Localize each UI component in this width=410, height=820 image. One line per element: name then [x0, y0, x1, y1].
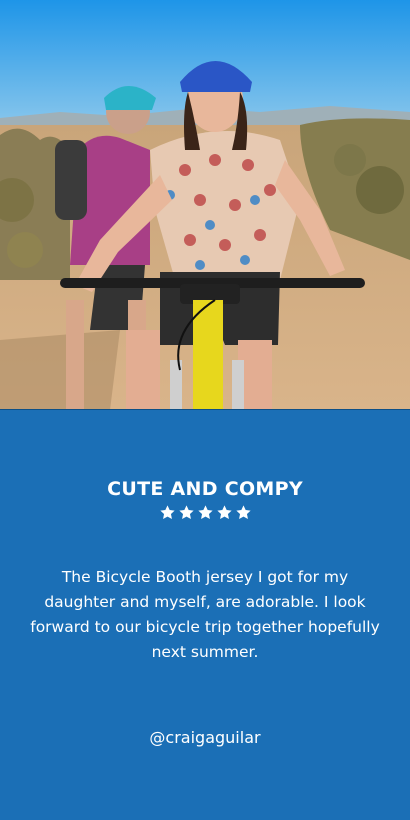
star-icon: [216, 505, 232, 519]
testimonial-photo: [0, 0, 410, 410]
testimonial-card: CUTE AND COMPY The Bicycle Booth jersey …: [0, 0, 410, 820]
photo-illustration: [0, 0, 410, 409]
star-icon: [178, 505, 194, 519]
testimonial-title: CUTE AND COMPY: [107, 478, 303, 500]
star-icon: [197, 505, 213, 519]
review-text: The Bicycle Booth jersey I got for my da…: [30, 568, 380, 661]
author-handle: @craigaguilar: [149, 728, 261, 747]
testimonial-content: CUTE AND COMPY The Bicycle Booth jersey …: [0, 410, 410, 820]
star-icon: [159, 505, 175, 519]
star-rating: [0, 505, 410, 520]
star-icon: [235, 505, 251, 519]
